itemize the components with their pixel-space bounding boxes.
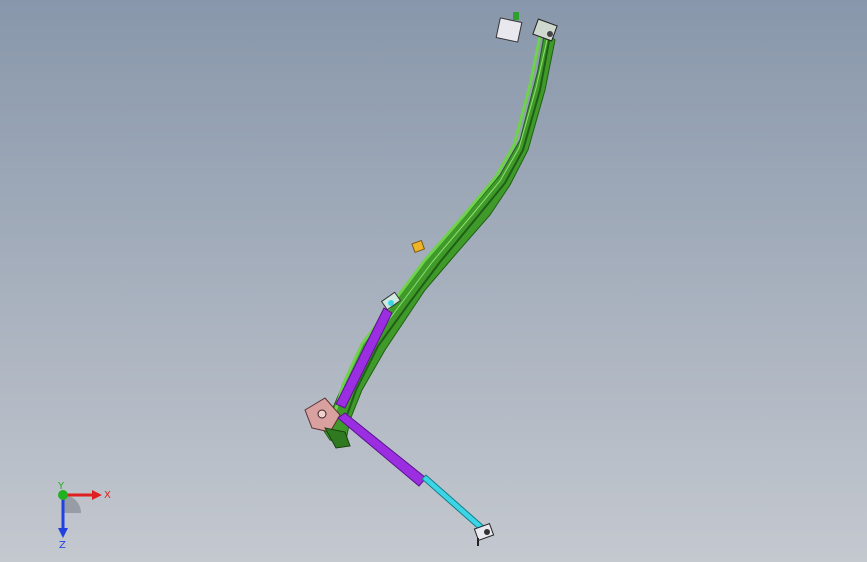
top-clamp xyxy=(495,17,523,43)
top-end-bracket[interactable] xyxy=(495,12,558,43)
top-clamp-tab xyxy=(513,12,519,20)
x-axis-arrow xyxy=(92,490,102,500)
piston-rod[interactable] xyxy=(421,474,487,533)
lower-cylinder[interactable] xyxy=(337,412,427,487)
x-axis-label: X xyxy=(104,490,111,501)
axis-triad: X Y Z xyxy=(57,481,111,550)
model-view[interactable] xyxy=(0,0,867,562)
graphics-viewport[interactable]: X Y Z xyxy=(0,0,867,562)
z-axis-arrow xyxy=(58,528,68,538)
y-axis-label: Y xyxy=(57,481,65,492)
upper-cylinder[interactable] xyxy=(335,307,393,409)
top-end-cap xyxy=(532,18,558,42)
top-end-bolt xyxy=(547,31,553,37)
z-axis-label: Z xyxy=(59,540,66,550)
yellow-block[interactable] xyxy=(411,239,426,254)
